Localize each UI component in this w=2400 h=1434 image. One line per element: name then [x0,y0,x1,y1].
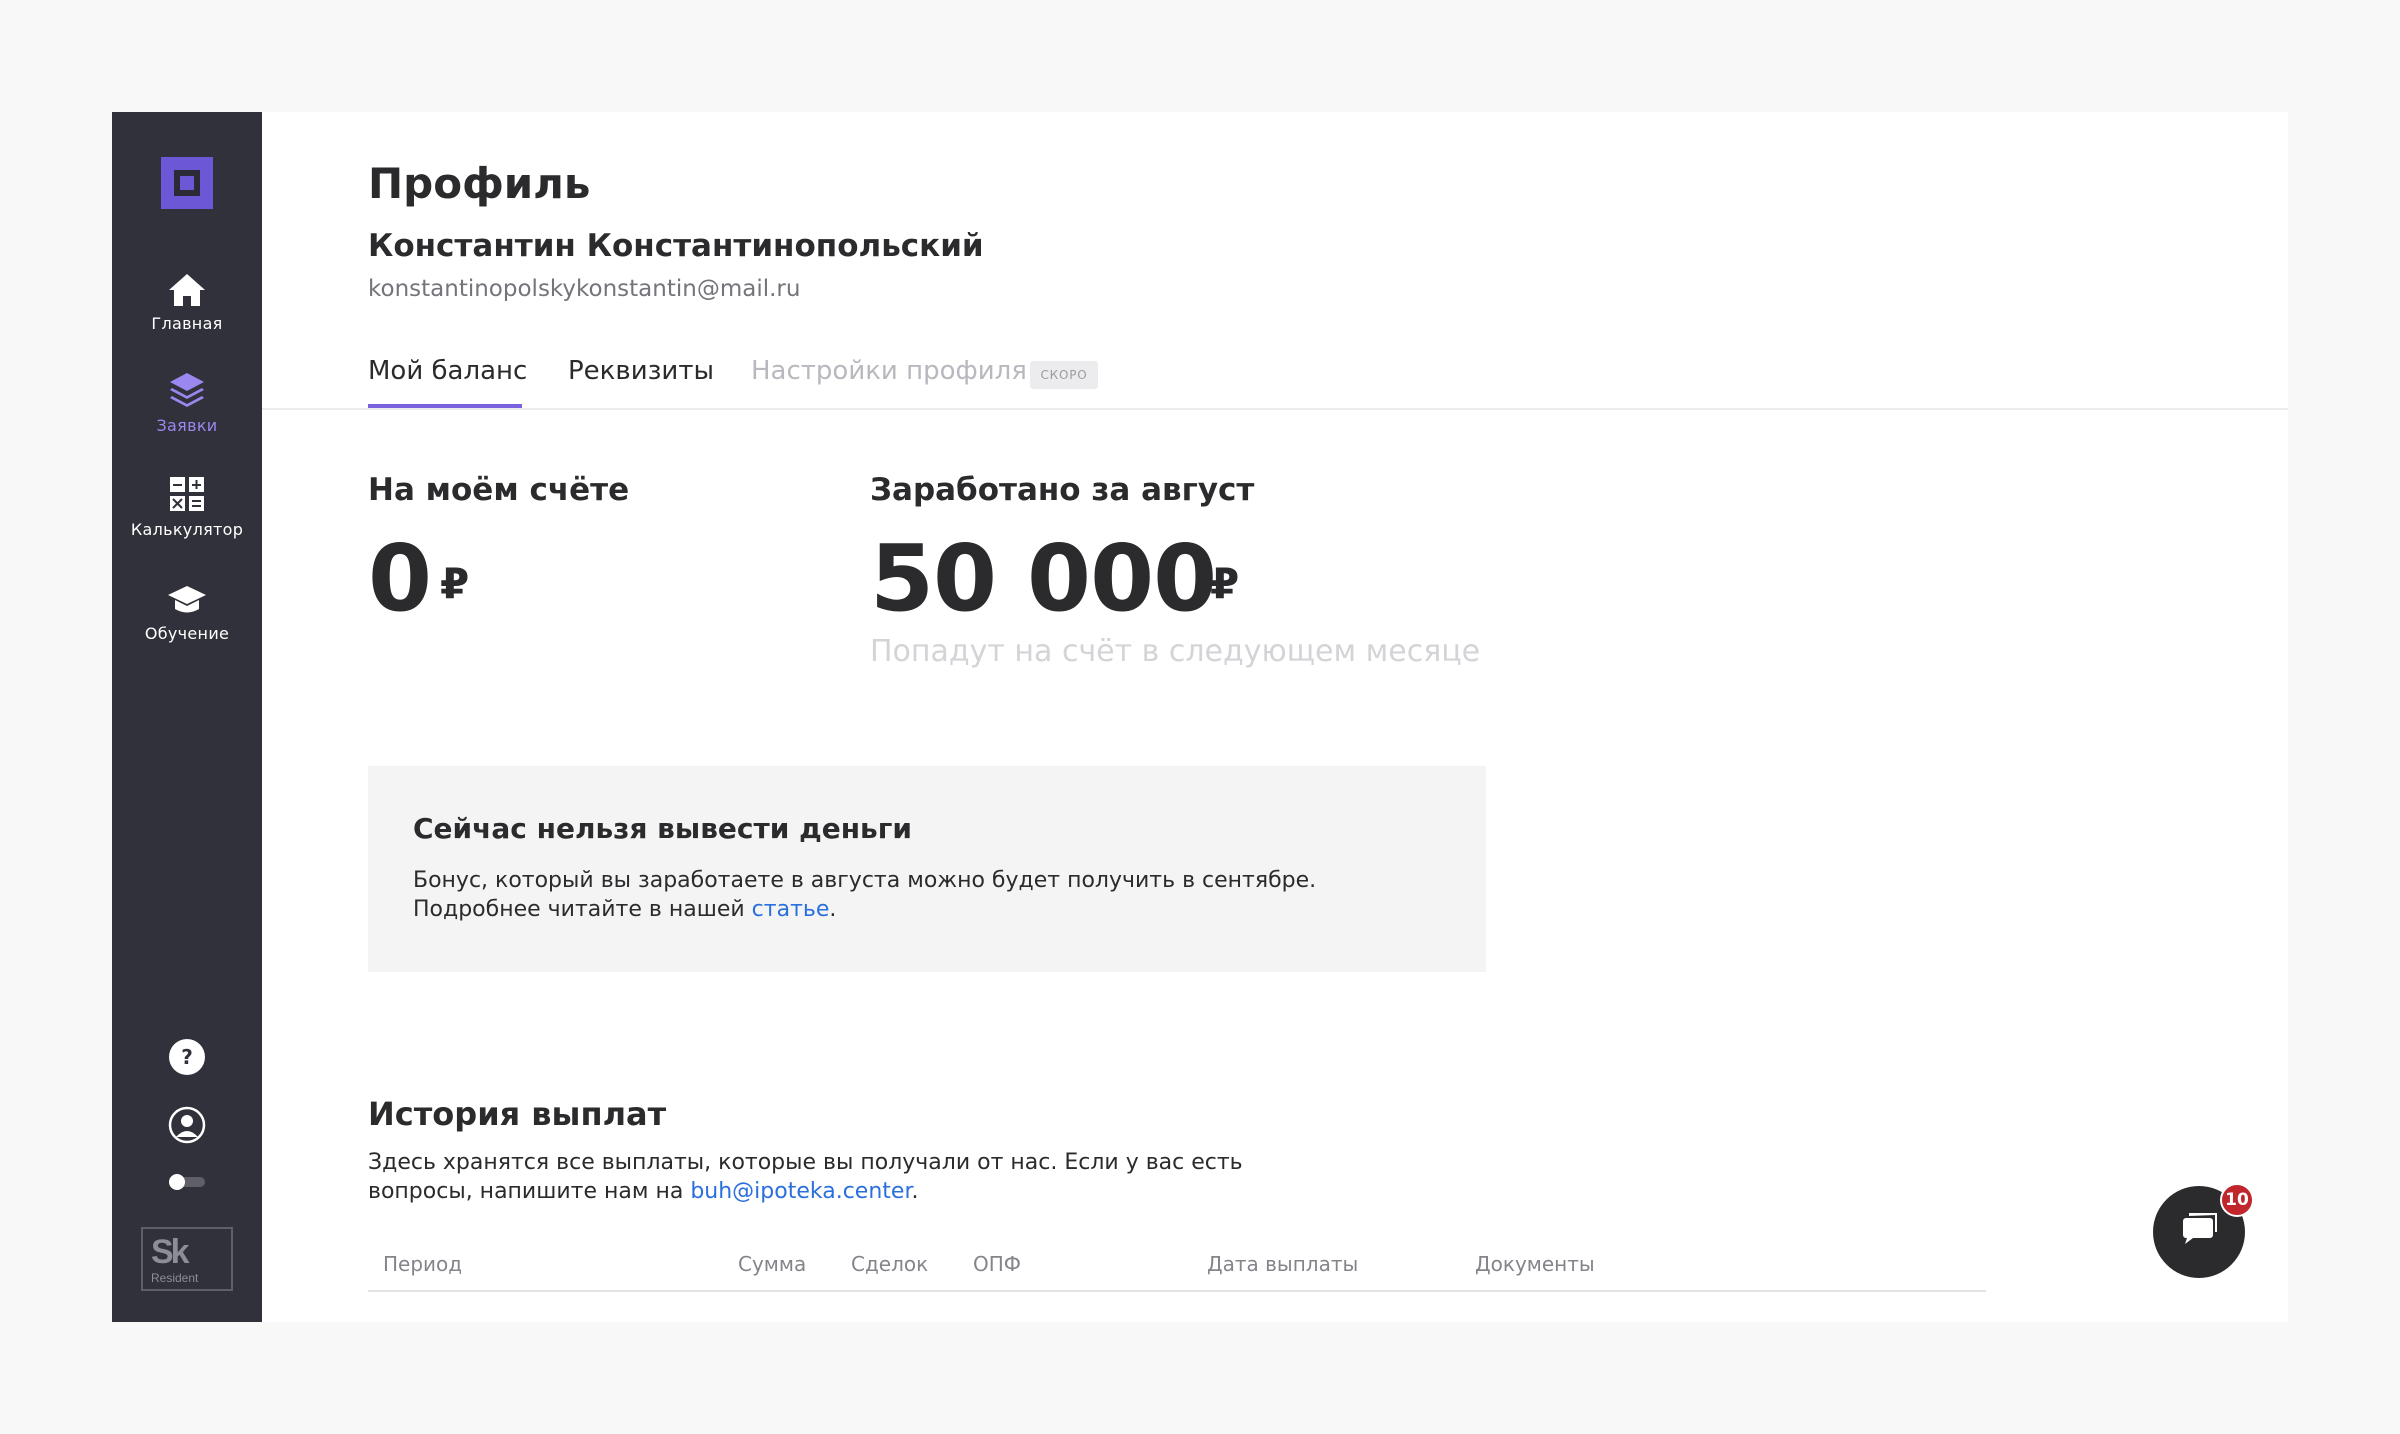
notice-text: Бонус, который вы заработаете в августа … [413,868,1317,922]
notice-title: Сейчас нельзя вывести деньги [413,812,913,845]
svg-text:?: ? [181,1045,193,1069]
tabs-divider [262,408,2288,410]
withdraw-notice: Сейчас нельзя вывести деньги Бонус, кото… [368,766,1486,972]
user-icon[interactable] [168,1106,206,1144]
balance-label: На моём счёте [368,472,630,508]
column-header-payment-date[interactable]: Дата выплаты [1207,1252,1358,1276]
sidebar: Главная Заявки Калькулятор Обучение ? Sk… [112,112,262,1322]
tab-requisites[interactable]: Реквизиты [568,356,714,386]
sidebar-item-learning[interactable]: Обучение [112,582,262,643]
coming-soon-badge: СКОРО [1030,361,1098,389]
sidebar-item-label: Главная [151,314,223,333]
toggle-icon[interactable] [167,1172,207,1192]
sidebar-item-home[interactable]: Главная [112,272,262,333]
history-description: Здесь хранятся все выплаты, которые вы п… [368,1150,1243,1204]
column-header-amount[interactable]: Сумма [738,1252,806,1276]
page-title: Профиль [368,159,591,208]
history-title: История выплат [368,1095,667,1133]
skolkovo-resident-logo: Sk Resident [141,1227,233,1291]
column-header-opf[interactable]: ОПФ [973,1252,1021,1276]
balance-currency: ₽ [440,559,470,608]
column-header-period[interactable]: Период [383,1252,462,1276]
earned-value: 50 000 [870,525,1217,632]
chat-notification-badge: 10 [2220,1183,2254,1217]
help-icon[interactable]: ? [168,1038,206,1076]
sidebar-item-label: Калькулятор [130,520,244,539]
tab-balance[interactable]: Мой баланс [368,356,527,386]
home-icon [169,274,205,306]
tab-profile-settings[interactable]: Настройки профиля [751,356,1027,386]
table-header-divider [368,1290,1986,1292]
column-header-documents[interactable]: Документы [1475,1252,1595,1276]
sidebar-item-requests[interactable]: Заявки [112,370,262,435]
app-window: Главная Заявки Калькулятор Обучение ? Sk… [112,112,2288,1322]
user-name: Константин Константинопольский [368,228,984,264]
earned-label: Заработано за август [870,472,1255,508]
column-header-deals[interactable]: Сделок [851,1252,928,1276]
sidebar-item-label: Обучение [144,624,230,643]
user-email: konstantinopolskykonstantin@mail.ru [368,276,801,302]
article-link[interactable]: статье [752,897,830,922]
graduation-cap-icon [168,586,206,613]
balance-value: 0 [368,525,432,632]
sidebar-item-label: Заявки [156,416,218,435]
app-logo[interactable] [161,157,213,209]
layers-icon [170,373,204,407]
earned-currency: ₽ [1210,559,1240,608]
earned-hint: Попадут на счёт в следующем месяце [870,634,1481,669]
calculator-icon [170,477,204,511]
sidebar-item-calculator[interactable]: Калькулятор [112,474,262,539]
support-email-link[interactable]: buh@ipoteka.center [690,1179,911,1204]
